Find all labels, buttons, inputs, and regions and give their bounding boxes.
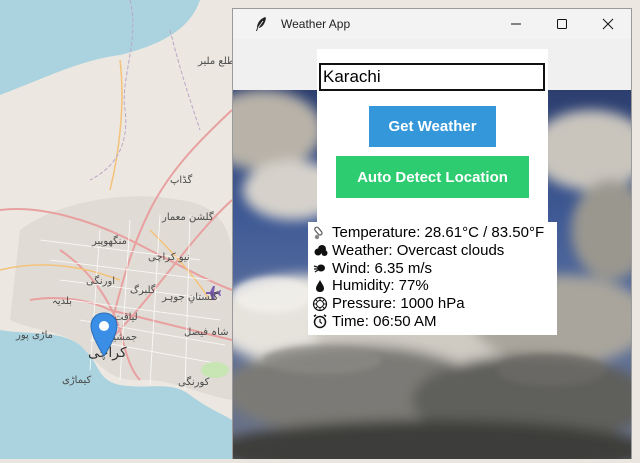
pressure-text: Pressure: 1000 hPa [332,295,465,313]
map-label: شاہ فیصل [184,327,229,338]
map-label: گلستانِ جوہر [162,292,219,303]
temperature-text: Temperature: 28.61°C / 83.50°F [332,224,545,242]
map-label: نیو کراچی [148,252,190,263]
maximize-icon [557,19,567,29]
conditions-text: Weather: Overcast clouds [332,242,505,260]
window-content: Get Weather Auto Detect Location Tempera… [233,39,631,459]
city-search-input[interactable] [319,63,545,91]
droplet-icon [312,278,328,294]
close-button[interactable] [585,9,631,39]
search-panel: Get Weather Auto Detect Location [317,49,548,231]
map-label: گڈاپ [170,175,193,186]
map-label: ماڑی پور [16,330,54,341]
time-text: Time: 06:50 AM [332,312,437,330]
minimize-icon [511,23,521,25]
map-pin-icon[interactable] [89,312,119,358]
weather-info-panel: Temperature: 28.61°C / 83.50°F Weather: … [308,222,557,335]
title-bar[interactable]: Weather App [233,9,631,39]
humidity-text: Humidity: 77% [332,277,429,295]
pressure-row: Pressure: 1000 hPa [312,295,553,313]
wind-text: Wind: 6.35 m/s [332,259,433,277]
get-weather-button[interactable]: Get Weather [369,106,496,147]
gauge-icon [312,296,328,312]
auto-detect-location-button[interactable]: Auto Detect Location [336,156,529,198]
thermometer-icon [312,225,328,241]
wind-row: Wind: 6.35 m/s [312,259,553,277]
maximize-button[interactable] [539,9,585,39]
app-window: Weather App Karachi Get Weather Auto Det… [232,8,632,459]
map-label: اورنگی [86,276,116,287]
cloud-icon [312,243,328,259]
time-row: Time: 06:50 AM [312,312,553,330]
temperature-row: Temperature: 28.61°C / 83.50°F [312,224,553,242]
window-title: Weather App [281,17,351,31]
map-label: گلبرگ [130,285,156,296]
humidity-row: Humidity: 77% [312,277,553,295]
wind-icon [312,260,328,276]
map-label: کورنگی [178,377,210,388]
conditions-row: Weather: Overcast clouds [312,242,553,260]
map-label: بلدیہ [52,296,72,307]
feather-icon [253,16,269,32]
map-label: کیماڑی [62,375,92,386]
map-label: طلع ملیر [198,56,235,67]
map-label: منگھوپیر [92,236,127,247]
close-icon [602,18,614,30]
alarm-clock-icon [312,313,328,329]
minimize-button[interactable] [493,9,539,39]
map-label: گلشن معمار [162,212,214,223]
